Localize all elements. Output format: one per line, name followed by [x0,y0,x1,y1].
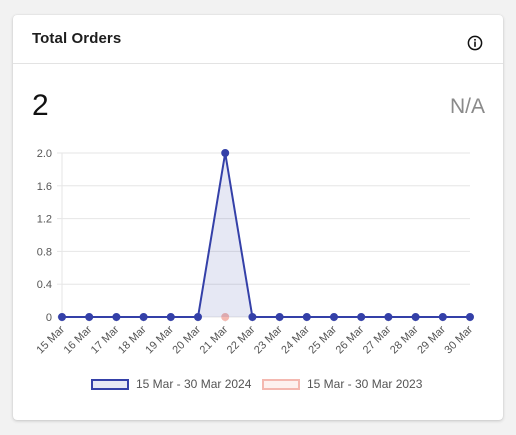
series-2024-line [62,152,470,318]
x-tick-label: 30 Mar [442,323,475,356]
total-orders-card: Total Orders 2 N/A 0 0.4 0.8 1.2 1.6 2.0 15 Ma… [13,15,503,420]
y-tick-label: 1.6 [37,181,52,193]
series-2024-point [112,313,121,321]
x-tick-label: 17 Mar [89,323,122,356]
series-2024-point [357,313,366,321]
legend-item-2024[interactable]: 15 Mar - 30 Mar 2024 [91,375,251,393]
legend-item-2023[interactable]: 15 Mar - 30 Mar 2023 [262,375,422,393]
x-tick-label: 16 Mar [62,323,95,356]
x-tick-label: 21 Mar [198,323,231,356]
x-tick-label: 25 Mar [306,323,339,356]
legend-swatch-2023 [262,378,300,390]
x-tick-label: 22 Mar [225,323,258,356]
y-tick-label: 0 [46,312,52,324]
series-2024-point [85,313,94,321]
series-2024-point [302,313,311,321]
x-tick-label: 29 Mar [415,323,448,356]
legend-label-2023: 15 Mar - 30 Mar 2023 [307,377,423,391]
x-tick-label: 19 Mar [143,323,176,356]
series-2024-point [166,313,175,321]
series-2024-point [275,313,284,321]
series-2024-point [438,313,447,321]
y-tick-label: 1.2 [37,214,52,226]
legend-swatch-2024 [91,378,129,390]
series-2024-point [58,313,66,321]
series-2024-point [221,149,230,157]
x-tick-label: 23 Mar [252,323,285,356]
y-tick-label: 0.4 [37,279,52,291]
series-2024-point [139,313,148,321]
y-tick-label: 2.0 [37,148,52,160]
orders-chart: 0 0.4 0.8 1.2 1.6 2.0 15 Mar16 Mar17 Mar18 Mar… [34,148,475,356]
y-tick-label: 0.8 [37,246,52,258]
series-2024-area [62,153,470,317]
series-2024-point [248,313,257,321]
x-tick-label: 26 Mar [334,323,367,356]
x-tick-label: 27 Mar [361,323,394,356]
x-tick-label: 24 Mar [279,323,312,356]
x-tick-label: 20 Mar [170,323,203,356]
series-2024-point [384,313,393,321]
x-tick-label: 18 Mar [116,323,149,356]
legend-label-2024: 15 Mar - 30 Mar 2024 [136,377,252,391]
series-2024-point [330,313,338,321]
x-tick-label: 15 Mar [34,323,67,356]
series-2024-point [411,313,420,321]
series-2024-point [194,313,202,321]
x-tick-label: 28 Mar [388,323,421,356]
chart-legend: 15 Mar - 30 Mar 2024 15 Mar - 30 Mar 202… [13,375,503,393]
series-2024-point [466,313,474,321]
